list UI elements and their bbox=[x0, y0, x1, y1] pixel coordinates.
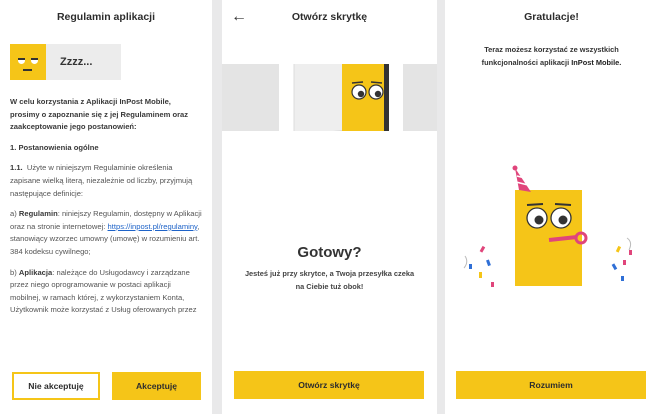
sleepy-mascot-icon bbox=[10, 44, 46, 80]
locker-right-panel bbox=[403, 64, 437, 131]
terms-text: W celu korzystania z Aplikacji InPost Mo… bbox=[10, 96, 202, 325]
definition-aplikacja: b) Aplikacja: należące do Usługodawcy i … bbox=[10, 267, 197, 315]
sleeping-mascot-card: Zzzz... bbox=[10, 44, 121, 80]
regulations-link[interactable]: https://inpost.pl/regulaminy bbox=[108, 222, 198, 231]
page-title: Otwórz skrytkę bbox=[291, 11, 368, 23]
congratulations-message: Teraz możesz korzystać ze wszystkich fun… bbox=[481, 45, 622, 67]
scroll-fade bbox=[0, 340, 212, 360]
definition-regulamin: a) Regulamin: niniejszy Regulamin, dostę… bbox=[10, 209, 202, 256]
terms-paragraph: 1.1. Użyte w niniejszym Regulaminie okre… bbox=[10, 163, 193, 198]
back-arrow-icon[interactable]: ← bbox=[230, 8, 248, 26]
ready-subtitle: Jesteś już przy skrytce, a Twoja przesył… bbox=[244, 269, 415, 291]
accept-button[interactable]: Akceptuję bbox=[112, 372, 201, 400]
ready-headline: Gotowy? bbox=[297, 244, 362, 261]
party-mascot-illustration bbox=[463, 165, 632, 287]
decline-button[interactable]: Nie akceptuję bbox=[12, 372, 100, 400]
locker-illustration bbox=[222, 64, 437, 131]
terms-intro: W celu korzystania z Aplikacji InPost Mo… bbox=[10, 97, 189, 132]
congratulations-screen: Gratulacje! Teraz możesz korzystać ze ws… bbox=[445, 0, 658, 414]
sleep-text: Zzzz... bbox=[60, 56, 93, 68]
understand-button[interactable]: Rozumiem bbox=[456, 371, 646, 399]
open-locker-screen: Otwórz skrytkę ← Gotowy? Jesteś już przy… bbox=[222, 0, 437, 414]
open-locker-button[interactable]: Otwórz skrytkę bbox=[234, 371, 424, 399]
locker-left-panel bbox=[222, 64, 279, 131]
page-title: Gratulacje! bbox=[524, 11, 579, 23]
page-title: Regulamin aplikacji bbox=[56, 11, 156, 23]
party-mascot-icon bbox=[512, 165, 588, 286]
locker-door bbox=[294, 64, 346, 131]
terms-screen: Regulamin aplikacji Zzzz... W celu korzy… bbox=[0, 0, 212, 414]
mascot-peeking-icon bbox=[342, 64, 384, 131]
section-title: 1. Postanowienia ogólne bbox=[10, 142, 99, 152]
